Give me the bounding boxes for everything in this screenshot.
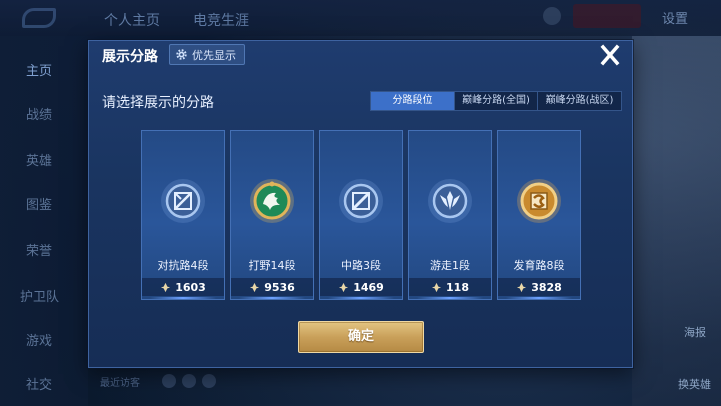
lane-card-clash[interactable]: 对抗路4段 1603 <box>141 130 225 300</box>
tab-peak-lane-region[interactable]: 巅峰分路(战区) <box>537 92 621 110</box>
sidebar-item-codex[interactable]: 图鉴 <box>0 194 80 213</box>
recent-visitors-label: 最近访客 <box>100 378 140 389</box>
visitor-avatar[interactable] <box>202 374 216 388</box>
priority-display-button[interactable]: 优先显示 <box>169 44 245 65</box>
sidebar: 主页 战绩 英雄 图鉴 荣誉 护卫队 游戏 社交 <box>0 36 88 406</box>
dialog-title: 展示分路 <box>102 49 158 65</box>
lane-score: 9536 <box>231 278 313 296</box>
lane-card-mid[interactable]: 中路3段 1469 <box>319 130 403 300</box>
lane-rank-label: 打野14段 <box>248 259 296 272</box>
lane-score-value: 9536 <box>264 280 295 294</box>
lane-rank-label: 发育路8段 <box>513 259 565 272</box>
score-icon <box>431 282 442 292</box>
priority-display-label: 优先显示 <box>192 48 236 62</box>
poster-label[interactable]: 海报 <box>684 324 706 340</box>
jungle-icon <box>250 179 294 223</box>
lane-score-value: 3828 <box>531 280 562 294</box>
lane-filter-tabs: 分路段位 巅峰分路(全国) 巅峰分路(战区) <box>370 91 622 111</box>
score-icon <box>517 282 527 292</box>
lane-card-roam[interactable]: 游走1段 118 <box>408 130 492 300</box>
lane-score: 118 <box>409 278 491 296</box>
lane-rank-label: 对抗路4段 <box>157 259 209 272</box>
tab-personal-home[interactable]: 个人主页 <box>104 10 160 30</box>
sidebar-item-record[interactable]: 战绩 <box>0 104 80 123</box>
hero-preview-panel: 海报 换英雄 <box>632 36 721 406</box>
lane-display-dialog: 展示分路 优先显示 请选择展示的分路 分路段位 巅峰分路(全国) 巅峰分路(战区… <box>88 40 633 368</box>
lane-card-farm[interactable]: 发育路8段 3828 <box>497 130 581 300</box>
top-bar: 个人主页 电竞生涯 设置 <box>0 0 721 36</box>
mid-lane-icon <box>339 179 383 223</box>
sidebar-item-guard[interactable]: 护卫队 <box>0 286 80 305</box>
score-icon <box>250 282 260 292</box>
farm-lane-icon <box>517 179 561 223</box>
close-icon[interactable] <box>594 43 626 69</box>
sidebar-item-home[interactable]: 主页 <box>0 60 80 79</box>
score-icon <box>339 282 349 292</box>
lane-rank-label: 中路3段 <box>341 259 381 272</box>
user-icon[interactable] <box>543 7 561 25</box>
user-chip[interactable] <box>573 4 641 28</box>
sidebar-item-honor[interactable]: 荣誉 <box>0 240 80 259</box>
sidebar-item-games[interactable]: 游戏 <box>0 330 80 349</box>
lane-card-jungle[interactable]: 打野14段 9536 <box>230 130 314 300</box>
lane-score-value: 1469 <box>353 280 384 294</box>
lane-rank-label: 游走1段 <box>430 259 470 272</box>
visitor-avatar[interactable] <box>182 374 196 388</box>
gear-icon <box>176 49 187 60</box>
clash-lane-icon <box>161 179 205 223</box>
lane-score: 3828 <box>498 278 580 296</box>
roam-icon <box>428 179 472 223</box>
lane-card-list: 对抗路4段 1603 打野14段 9536 中路3段 1469 游走1段 118… <box>141 130 581 300</box>
tab-lane-rank[interactable]: 分路段位 <box>371 92 454 110</box>
sidebar-item-social[interactable]: 社交 <box>0 374 80 393</box>
lane-score: 1469 <box>320 278 402 296</box>
tab-peak-lane-national[interactable]: 巅峰分路(全国) <box>454 92 537 110</box>
confirm-button[interactable]: 确定 <box>298 321 424 353</box>
score-icon <box>161 282 171 292</box>
lane-score-value: 1603 <box>175 280 206 294</box>
settings-button[interactable]: 设置 <box>662 8 688 27</box>
lane-score: 1603 <box>142 278 224 296</box>
back-logo-icon[interactable] <box>22 8 56 28</box>
change-hero-label[interactable]: 换英雄 <box>678 376 711 392</box>
select-lane-prompt: 请选择展示的分路 <box>102 95 214 111</box>
tab-esports-career[interactable]: 电竞生涯 <box>193 10 249 30</box>
lane-score-value: 118 <box>446 280 469 294</box>
sidebar-item-heroes[interactable]: 英雄 <box>0 150 80 169</box>
visitor-avatar[interactable] <box>162 374 176 388</box>
